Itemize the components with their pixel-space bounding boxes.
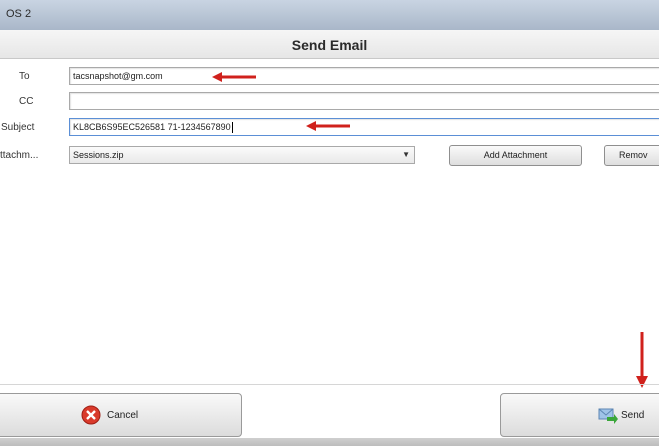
cc-field[interactable]: [69, 92, 659, 110]
annotation-arrow-send: [636, 332, 648, 388]
send-label: Send: [621, 410, 645, 421]
cc-label: CC: [19, 96, 34, 107]
to-value: tacsnapshot@gm.com: [73, 71, 163, 81]
subject-label: Subject: [1, 122, 35, 133]
annotation-arrow-subject: [306, 121, 350, 131]
attachment-label: ttachm...: [0, 150, 39, 161]
dropdown-arrow-icon: ▼: [402, 150, 410, 159]
remove-button[interactable]: Remov: [604, 145, 659, 166]
dialog-title: Send Email: [291, 37, 368, 53]
send-icon: [598, 408, 618, 424]
text-caret: [231, 122, 233, 134]
send-button[interactable]: Send: [500, 393, 659, 437]
window-bottom-edge: [0, 438, 659, 446]
attachment-select[interactable]: Sessions.zip ▼: [69, 146, 415, 164]
annotation-arrow-to: [212, 72, 256, 82]
cancel-button[interactable]: Cancel: [0, 393, 242, 437]
title-bar: OS 2: [0, 0, 659, 31]
window-title: OS 2: [6, 8, 32, 20]
cancel-icon: [81, 405, 101, 425]
remove-label: Remov: [619, 150, 648, 160]
add-attachment-label: Add Attachment: [483, 150, 548, 160]
subject-field[interactable]: KL8CB6S95EC526581 71-1234567890: [69, 118, 659, 136]
attachment-selected-value: Sessions.zip: [73, 150, 124, 160]
dialog-header: Send Email: [0, 30, 659, 59]
subject-value: KL8CB6S95EC526581 71-1234567890: [73, 122, 231, 132]
cancel-label: Cancel: [107, 410, 139, 421]
footer-separator: [0, 384, 659, 385]
to-label: To: [19, 71, 30, 82]
to-field[interactable]: tacsnapshot@gm.com: [69, 67, 659, 85]
add-attachment-button[interactable]: Add Attachment: [449, 145, 582, 166]
